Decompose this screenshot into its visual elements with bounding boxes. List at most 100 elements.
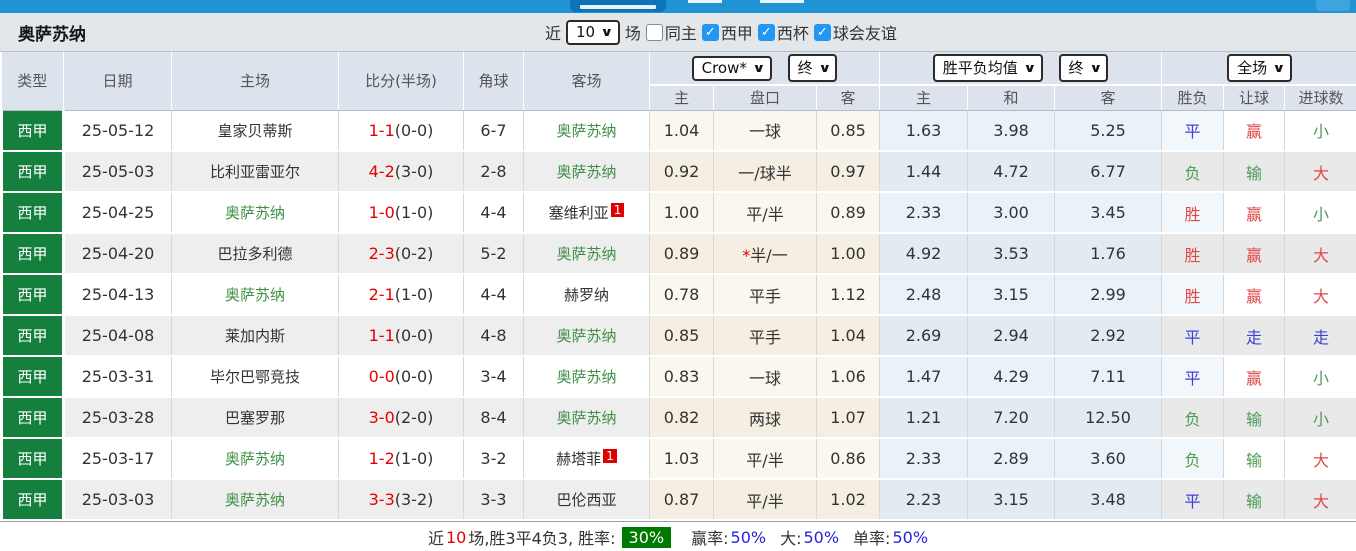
laliga-checkbox[interactable]: ✓: [701, 23, 719, 41]
cell-result-handicap: 输: [1223, 479, 1286, 521]
table-row: 西甲 25-04-20 巴拉多利德 2-3(0-2) 5-2 奥萨苏纳 0.89 *半/一 1.…: [0, 233, 1356, 275]
nav-active-tab[interactable]: [570, 0, 666, 12]
table-row: 西甲 25-04-25 奥萨苏纳 1-0(1-0) 4-4 塞维利亚 1 1.00 平/半 0.8…: [0, 192, 1356, 234]
cell-result-handicap: 赢: [1223, 110, 1286, 152]
footer-prefix: 近: [427, 529, 444, 548]
cell-corners: 3-2: [463, 438, 524, 480]
filter-copa: ✓ 西杯: [757, 20, 809, 44]
topbar-right-button[interactable]: [1316, 0, 1350, 11]
red-card-badge: 1: [603, 449, 617, 463]
col-header-away: 客场: [523, 52, 650, 111]
cell-league: 西甲: [0, 151, 65, 193]
cell-away-team: 巴伦西亚: [523, 479, 650, 521]
nav-tab-2[interactable]: [688, 0, 722, 3]
cell-home-team: 比利亚雷亚尔: [171, 151, 339, 193]
cell-asian-home-odds: 1.03: [649, 438, 714, 480]
cell-away-team: 赫罗纳: [523, 274, 650, 316]
cell-score: 1-1(0-0): [338, 315, 464, 357]
col-header-corners: 角球: [463, 52, 524, 111]
cell-euro-draw-odds: 2.89: [967, 438, 1056, 480]
cell-result-wdl: 胜: [1161, 274, 1225, 316]
cell-result-wdl: 胜: [1161, 233, 1225, 275]
euro-time-select[interactable]: 终 ∨: [1058, 54, 1109, 82]
cell-euro-home-odds: 1.21: [879, 397, 969, 439]
cell-league: 西甲: [0, 397, 65, 439]
subcol-handicap: 盘口: [713, 84, 817, 111]
matches-count-select[interactable]: 10 ∨: [566, 19, 620, 45]
cell-euro-away-odds: 12.50: [1054, 397, 1163, 439]
team-header-row: 奥萨苏纳 近 10 ∨ 场 同主 ✓ 西甲 ✓ 西杯 ✓ 球会友谊: [0, 13, 1356, 52]
col-header-home: 主场: [171, 52, 339, 111]
cell-score: 4-2(3-0): [338, 151, 464, 193]
cell-home-team: 皇家贝蒂斯: [171, 110, 339, 152]
cell-away-team: 奥萨苏纳: [523, 356, 650, 398]
cell-result-handicap: 输: [1223, 438, 1286, 480]
cell-asian-home-odds: 0.89: [649, 233, 714, 275]
cell-date: 25-03-17: [63, 438, 172, 480]
matches-label: 场: [624, 24, 641, 43]
table-row: 西甲 25-03-31 毕尔巴鄂竞技 0-0(0-0) 3-4 奥萨苏纳 0.83 一球 1.0…: [0, 356, 1356, 398]
cell-euro-draw-odds: 4.29: [967, 356, 1056, 398]
asian-odds-header: Crow* ∨ 终 ∨: [649, 52, 881, 85]
cell-asian-away-odds: 1.00: [816, 233, 881, 275]
cell-date: 25-04-20: [63, 233, 172, 275]
copa-checkbox[interactable]: ✓: [757, 23, 775, 41]
asian-source-select[interactable]: Crow* ∨: [691, 55, 772, 81]
cell-euro-home-odds: 2.33: [879, 438, 969, 480]
cell-league: 西甲: [0, 233, 65, 275]
cell-league: 西甲: [0, 479, 65, 521]
cell-asian-away-odds: 0.97: [816, 151, 881, 193]
cell-euro-home-odds: 1.47: [879, 356, 969, 398]
matches-count-value: 10: [576, 22, 596, 41]
cell-away-team: 奥萨苏纳: [523, 233, 650, 275]
cell-handicap: 一球: [713, 356, 817, 398]
filter-same-home: 同主: [645, 20, 697, 44]
cell-date: 25-03-31: [63, 356, 172, 398]
cell-result-handicap: 赢: [1223, 356, 1286, 398]
cell-result-goals: 小: [1284, 356, 1356, 398]
same-home-checkbox[interactable]: [645, 23, 663, 41]
win-rate-chip: 30%: [621, 526, 672, 548]
asian-time-select[interactable]: 终 ∨: [787, 54, 838, 82]
table-row: 西甲 25-04-13 奥萨苏纳 2-1(1-0) 4-4 赫罗纳 0.78 平手 1.12 2.…: [0, 274, 1356, 316]
cell-corners: 5-2: [463, 233, 524, 275]
subcol-wdl: 胜负: [1161, 84, 1225, 111]
result-scope-select[interactable]: 全场 ∨: [1227, 54, 1292, 82]
cell-euro-draw-odds: 3.15: [967, 274, 1056, 316]
footer-win-pct: 50%: [730, 527, 767, 547]
cell-euro-draw-odds: 7.20: [967, 397, 1056, 439]
cell-away-team: 塞维利亚 1: [523, 192, 650, 234]
cell-handicap: 两球: [713, 397, 817, 439]
euro-source-select[interactable]: 胜平负均值 ∨: [932, 54, 1043, 82]
table-row: 西甲 25-05-03 比利亚雷亚尔 4-2(3-0) 2-8 奥萨苏纳 0.92 一/球半 0…: [0, 151, 1356, 193]
cell-asian-away-odds: 0.85: [816, 110, 881, 152]
cell-date: 25-05-12: [63, 110, 172, 152]
cell-handicap: 平/半: [713, 192, 817, 234]
subcol-goals: 进球数: [1284, 84, 1356, 111]
cell-date: 25-04-25: [63, 192, 172, 234]
cell-asian-home-odds: 1.04: [649, 110, 714, 152]
footer-count: 10: [445, 527, 467, 547]
cell-result-handicap: 赢: [1223, 274, 1286, 316]
chevron-down-icon: ∨: [752, 60, 766, 75]
asian-time-value: 终: [797, 59, 813, 77]
cell-euro-away-odds: 5.25: [1054, 110, 1163, 152]
cell-asian-home-odds: 0.85: [649, 315, 714, 357]
top-nav-bar: [0, 0, 1356, 13]
cell-euro-away-odds: 1.76: [1054, 233, 1163, 275]
cell-result-wdl: 负: [1161, 397, 1225, 439]
cell-corners: 3-4: [463, 356, 524, 398]
filter-label: 球会友谊: [832, 24, 897, 43]
nav-tab-3[interactable]: [760, 0, 804, 3]
cell-euro-home-odds: 2.33: [879, 192, 969, 234]
subcol-let: 让球: [1223, 84, 1286, 111]
cell-home-team: 毕尔巴鄂竞技: [171, 356, 339, 398]
cell-corners: 4-8: [463, 315, 524, 357]
red-card-badge: 1: [610, 203, 625, 217]
col-header-type: 类型: [1, 52, 64, 111]
cell-handicap: *半/一: [713, 233, 817, 275]
friendly-checkbox[interactable]: ✓: [813, 23, 831, 41]
euro-source-value: 胜平负均值: [942, 59, 1018, 77]
cell-date: 25-05-03: [63, 151, 172, 193]
table-row: 西甲 25-05-12 皇家贝蒂斯 1-1(0-0) 6-7 奥萨苏纳 1.04 一球 0.85…: [0, 110, 1356, 152]
